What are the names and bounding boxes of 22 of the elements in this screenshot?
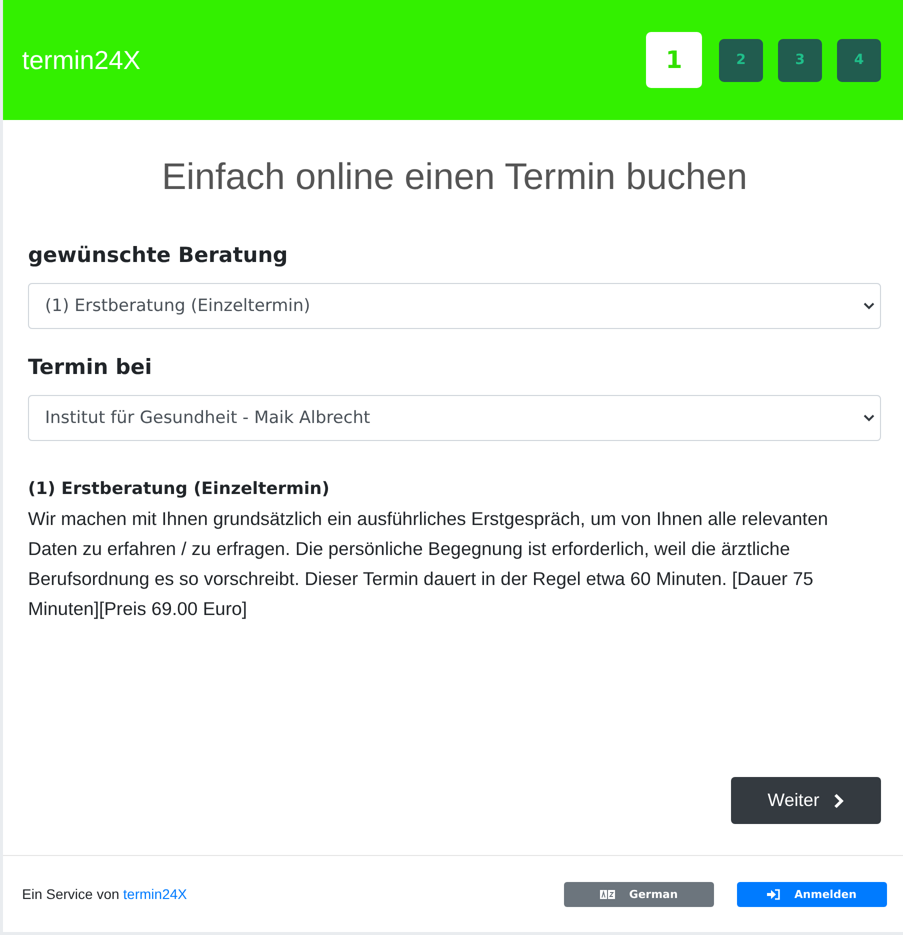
description-heading: (1) Erstberatung (Einzeltermin)	[28, 479, 331, 499]
footer-link[interactable]: termin24X	[123, 886, 187, 902]
field-label: Termin bei	[28, 355, 153, 379]
footer-text: Ein Service von termin24X	[22, 886, 187, 902]
chevron-down-icon	[863, 414, 875, 422]
dropdown-select[interactable]: (1) Erstberatung (Einzeltermin)	[28, 283, 881, 329]
language-icon	[600, 890, 616, 898]
chevron-right-icon	[833, 792, 844, 808]
language-button[interactable]: German	[564, 882, 714, 906]
field-label: gewünschte Beratung	[28, 243, 289, 267]
step-indicator: 4	[837, 38, 881, 82]
step-indicator: 1	[646, 32, 702, 88]
description-text: Wir machen mit Ihnen grundsätzlich ein ausführliches Erstgespräch, um von Ihnen alle relevanten Daten zu erfahren / zu erfragen. Die persönliche Begegnung ist erforderlich, weil die ärztliche Berufsordnung es so vorschreibt. Dieser Termin dauert in der Regel etwa 60 Minuten. [Dauer 75 Minuten][Preis 69.00 Euro]	[28, 507, 830, 621]
step-indicator: 2	[719, 38, 763, 82]
login-button[interactable]: Anmelden	[737, 882, 887, 906]
chevron-down-icon	[863, 302, 875, 310]
step-indicator: 3	[778, 38, 822, 82]
dropdown-select[interactable]: Institut für Gesundheit - Maik Albrecht	[28, 395, 881, 441]
brand-name: termin24X	[22, 44, 140, 76]
next-button[interactable]: Weiter	[731, 777, 881, 824]
page-title: Einfach online einen Termin buchen	[160, 156, 748, 198]
sign-in-icon	[767, 888, 780, 900]
